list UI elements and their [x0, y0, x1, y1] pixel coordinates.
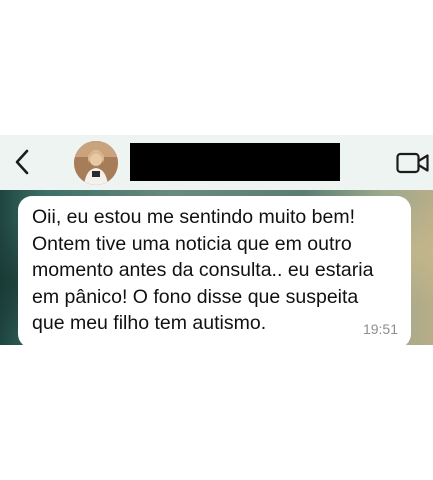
contact-avatar[interactable] [74, 141, 118, 185]
chevron-left-icon [15, 149, 29, 175]
contact-name-redacted [130, 143, 340, 181]
chat-header [0, 135, 433, 190]
video-camera-icon [396, 152, 429, 174]
chat-screenshot: Oii, eu estou me sentindo muito bem! Ont… [0, 135, 433, 345]
message-timestamp: 19:51 [362, 321, 398, 337]
chat-background: Oii, eu estou me sentindo muito bem! Ont… [0, 190, 433, 345]
back-button[interactable] [10, 147, 34, 177]
message-bubble[interactable]: Oii, eu estou me sentindo muito bem! Ont… [18, 196, 411, 345]
message-text: Oii, eu estou me sentindo muito bem! Ont… [32, 206, 374, 334]
video-call-button[interactable] [396, 151, 430, 175]
